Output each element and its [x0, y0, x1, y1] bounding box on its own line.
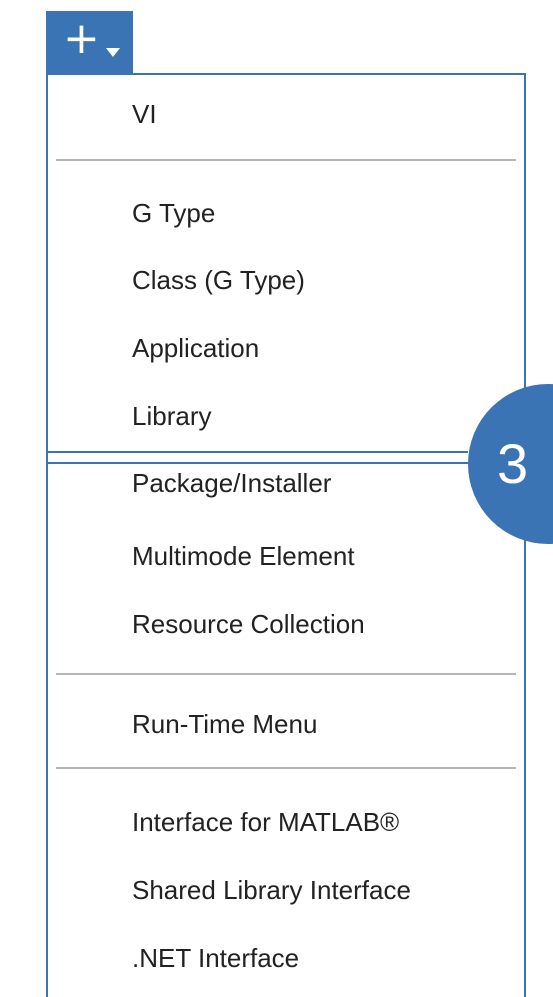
menu-item-run-time-menu[interactable]: Run-Time Menu	[132, 709, 317, 739]
menu-item-package-installer[interactable]: Package/Installer	[132, 468, 331, 498]
add-new-dropdown-menu: VI G Type Class (G Type) Application Lib…	[46, 73, 526, 997]
menu-item-resource-collection[interactable]: Resource Collection	[132, 609, 365, 639]
menu-item-multimode-element[interactable]: Multimode Element	[132, 541, 355, 571]
add-new-button[interactable]: +	[46, 11, 133, 74]
menu-item-net-interface[interactable]: .NET Interface	[132, 943, 299, 973]
menu-item-class-g-type[interactable]: Class (G Type)	[132, 265, 305, 295]
chevron-down-icon	[106, 48, 120, 57]
menu-separator	[56, 673, 516, 675]
step-callout-badge: 3	[468, 384, 553, 544]
menu-separator	[56, 767, 516, 769]
highlight-border-top	[48, 451, 468, 453]
menu-item-library[interactable]: Library	[132, 401, 211, 431]
highlight-border-bottom	[46, 462, 486, 464]
menu-item-vi[interactable]: VI	[132, 99, 157, 129]
menu-separator	[56, 159, 516, 161]
menu-item-shared-library-interface[interactable]: Shared Library Interface	[132, 875, 411, 905]
callout-number: 3	[497, 432, 529, 495]
menu-item-application[interactable]: Application	[132, 333, 259, 363]
plus-icon: +	[63, 13, 100, 64]
menu-item-interface-for-matlab[interactable]: Interface for MATLAB®	[132, 807, 399, 837]
menu-item-g-type[interactable]: G Type	[132, 198, 215, 228]
